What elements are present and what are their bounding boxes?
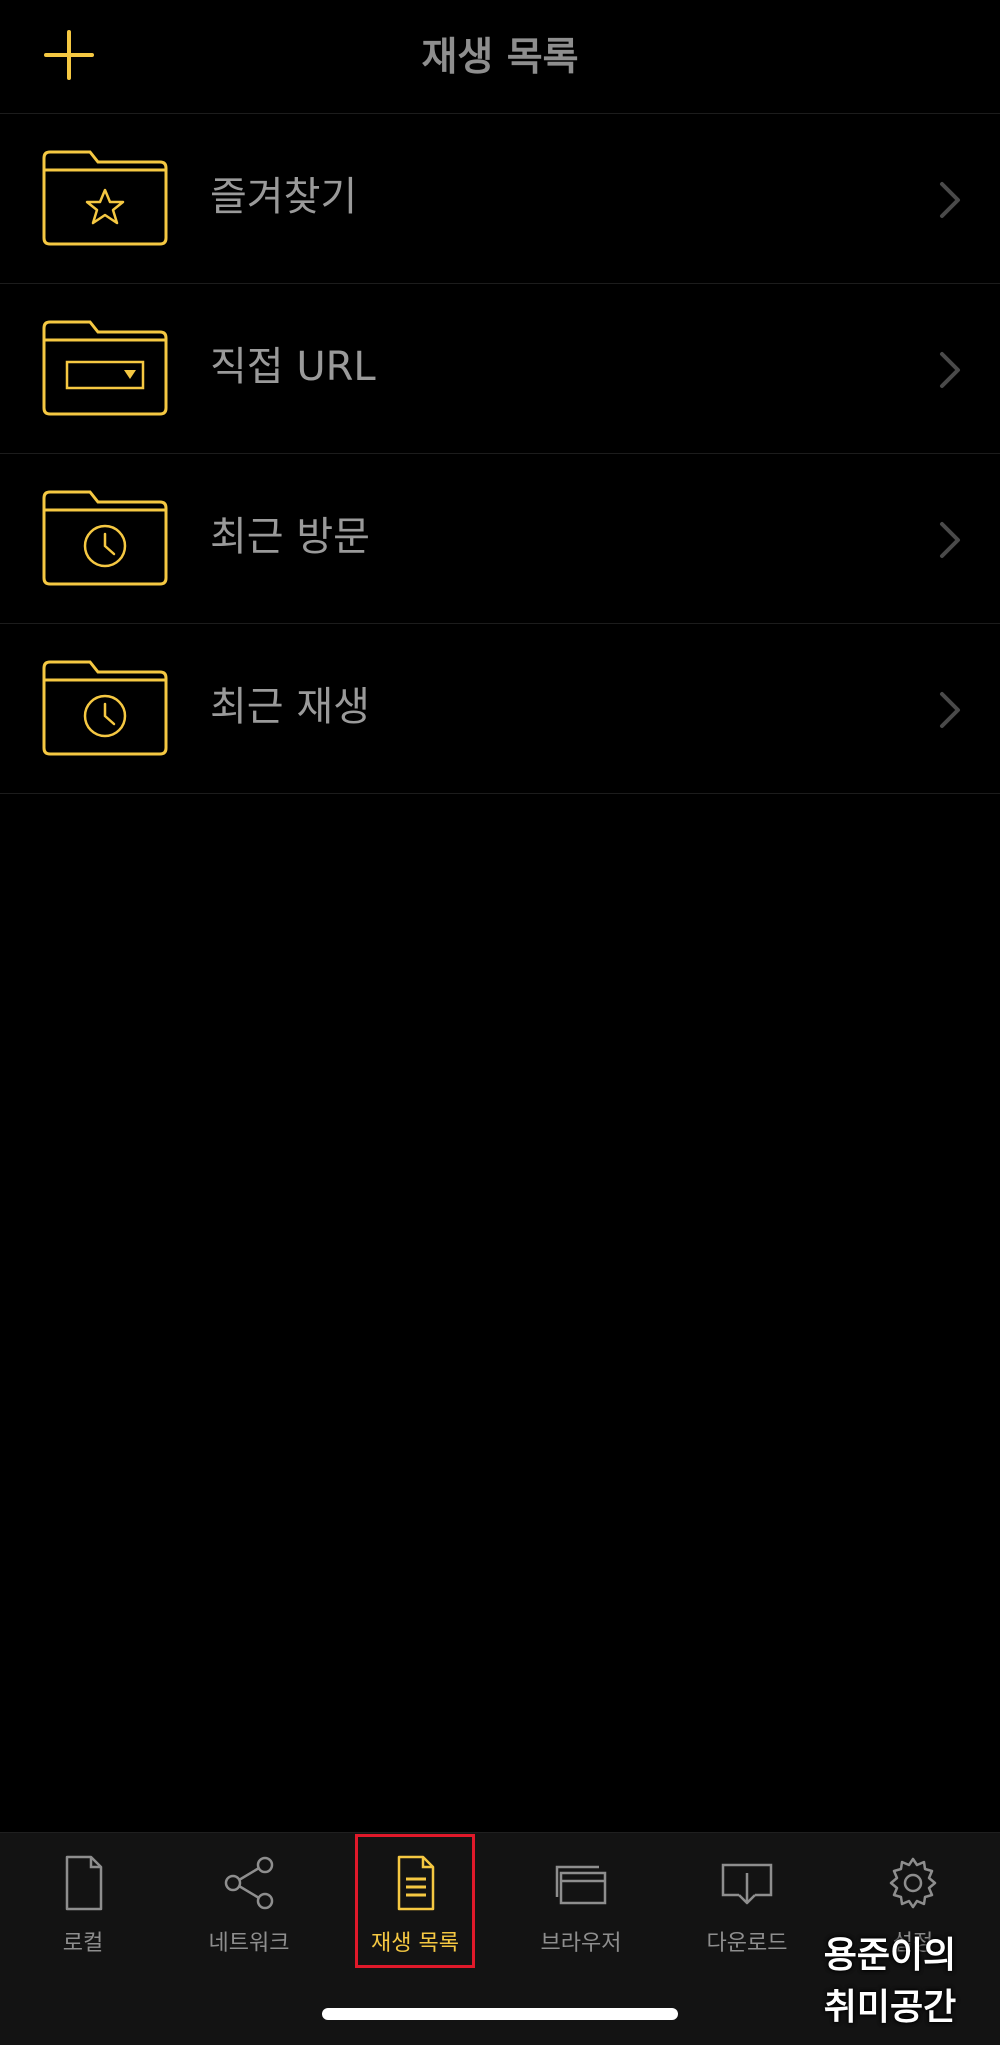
tab-label: 네트워크	[208, 1931, 290, 1956]
list-item-recent-play[interactable]: 최근 재생	[0, 624, 1000, 794]
folder-url-icon	[42, 320, 168, 416]
list-item-label: 최근 재생	[210, 684, 370, 730]
list-item-label: 즐겨찾기	[210, 174, 358, 220]
tab-local[interactable]: 로컬	[0, 1833, 166, 1973]
home-indicator[interactable]	[322, 2008, 678, 2020]
list-item-label: 직접 URL	[210, 344, 376, 390]
share-icon	[224, 1856, 274, 1910]
list-item-recent-visits[interactable]: 최근 방문	[0, 454, 1000, 624]
playlist-list: 즐겨찾기 직접 URL 최근 방문 최근 재생	[0, 114, 1000, 794]
tab-playlist[interactable]: 재생 목록	[332, 1833, 498, 1973]
list-item-label: 최근 방문	[210, 514, 370, 560]
list-item-favorites[interactable]: 즐겨찾기	[0, 114, 1000, 284]
folder-star-icon	[42, 150, 168, 246]
browser-windows-icon	[555, 1865, 607, 1905]
tab-label: 브라우저	[540, 1931, 622, 1956]
chevron-right-icon	[940, 182, 960, 218]
chevron-right-icon	[940, 522, 960, 558]
watermark: 용준이의 취미공간	[800, 1930, 980, 2034]
tab-label: 로컬	[62, 1931, 104, 1956]
chevron-right-icon	[940, 352, 960, 388]
tab-network[interactable]: 네트워크	[166, 1833, 332, 1973]
folder-clock-icon	[42, 490, 168, 586]
watermark-line: 용준이의	[823, 1935, 957, 1976]
playlist-icon	[397, 1855, 435, 1911]
download-icon	[721, 1863, 773, 1905]
tab-browser[interactable]: 브라우저	[498, 1833, 664, 1973]
document-icon	[65, 1855, 103, 1911]
page-title: 재생 목록	[421, 35, 579, 80]
gear-icon	[889, 1857, 937, 1909]
folder-clock-icon	[42, 660, 168, 756]
chevron-right-icon	[940, 692, 960, 728]
tab-label: 재생 목록	[371, 1931, 459, 1956]
watermark-line: 취미공간	[823, 1987, 957, 2028]
list-item-direct-url[interactable]: 직접 URL	[0, 284, 1000, 454]
header: 재생 목록	[0, 0, 1000, 114]
